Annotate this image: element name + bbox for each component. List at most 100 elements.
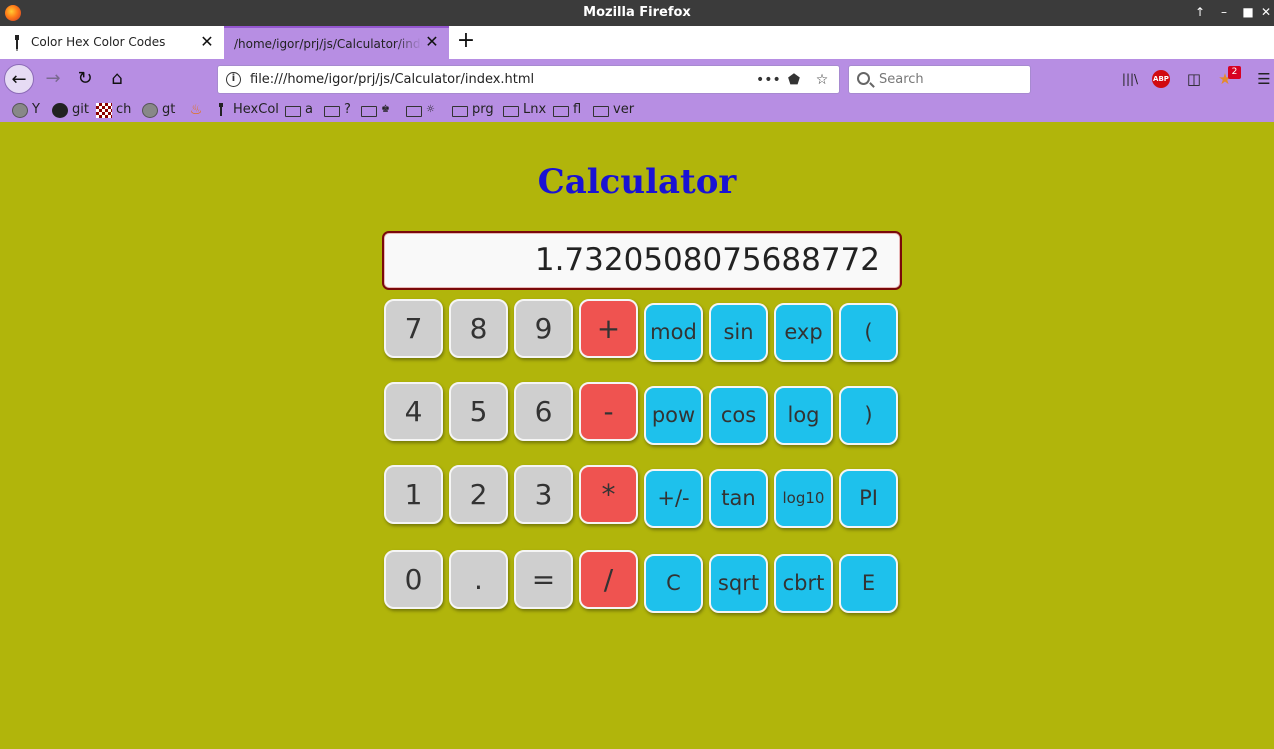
url-text[interactable]: file:///home/igor/prj/js/Calculator/inde… [250,72,534,87]
dropper-icon [219,103,223,116]
github-icon [52,103,68,118]
key-label: 8 [469,312,488,345]
key-5-button[interactable]: 5 [449,382,508,441]
calculator-display: 1.7320508075688772 [382,231,902,290]
key-7-button[interactable]: 7 [384,299,443,358]
key-minus-button[interactable]: - [579,382,638,441]
key-label: / [603,563,614,596]
key-label: log10 [782,489,825,507]
key-close-paren-button[interactable]: ) [839,386,898,445]
key-label: PI [859,486,878,510]
extension-badge: 2 [1228,66,1241,79]
key-sin-button[interactable]: sin [709,303,768,362]
window-minimize-button[interactable]: – [1216,4,1232,20]
key-tan-button[interactable]: tan [709,469,768,528]
key-2-button[interactable]: 2 [449,465,508,524]
key-decimal-button[interactable]: . [449,550,508,609]
folder-icon [553,106,569,117]
bookmark-star-icon[interactable]: ☆ [812,70,832,90]
bookmark-label: HexCol [233,102,279,117]
window-close-button[interactable]: ✕ [1258,4,1274,20]
key-clear-button[interactable]: C [644,554,703,613]
checker-icon [96,103,112,118]
key-label: 7 [404,312,423,345]
tab-strip: Color Hex Color Codes ✕ /home/igor/prj/j… [0,26,1274,59]
key-label: ) [864,403,873,427]
new-tab-button[interactable]: + [455,30,477,54]
key-label: 3 [534,478,553,511]
page-actions-icon[interactable]: ••• [756,70,781,90]
window-keep-above-button[interactable]: ↑ [1192,4,1208,20]
key-1-button[interactable]: 1 [384,465,443,524]
key-e-constant-button[interactable]: E [839,554,898,613]
key-exp-button[interactable]: exp [774,303,833,362]
key-9-button[interactable]: 9 [514,299,573,358]
search-icon [857,72,870,85]
window-titlebar: Mozilla Firefox ↑ – ■ ✕ [0,0,1274,26]
key-4-button[interactable]: 4 [384,382,443,441]
key-pi-button[interactable]: PI [839,469,898,528]
tab-close-icon[interactable]: ✕ [199,33,215,51]
key-sqrt-button[interactable]: sqrt [709,554,768,613]
key-label: log [787,403,820,427]
key-divide-button[interactable]: / [579,550,638,609]
folder-icon [593,106,609,117]
key-equals-button[interactable]: = [514,550,573,609]
tab-label: Color Hex Color Codes [31,35,166,49]
search-bar[interactable]: Search [848,65,1031,94]
key-label: C [666,571,681,595]
library-icon[interactable]: |||\ [1119,68,1141,90]
bookmark-label: ch [116,102,132,117]
key-plus-button[interactable]: + [579,299,638,358]
key-label: cos [720,403,757,427]
key-pow-button[interactable]: pow [644,386,703,445]
key-8-button[interactable]: 8 [449,299,508,358]
key-label: * [601,478,616,511]
globe-icon [12,103,28,118]
key-label: ( [864,320,873,344]
tab-calculator[interactable]: /home/igor/prj/js/Calculator/index.html … [224,26,449,59]
window-maximize-button[interactable]: ■ [1240,4,1256,20]
key-label: sin [723,320,754,344]
key-label: sqrt [717,571,760,595]
key-mod-button[interactable]: mod [644,303,703,362]
page-content: Calculator 1.7320508075688772 7 8 9 + mod sin… [0,122,1274,749]
pocket-icon[interactable]: ⬟ [784,70,804,90]
sidebar-icon[interactable]: ◫ [1183,68,1205,90]
key-label: mod [650,320,697,344]
key-6-button[interactable]: 6 [514,382,573,441]
forward-button[interactable]: → [38,64,68,94]
key-3-button[interactable]: 3 [514,465,573,524]
bookmark-label: ver [613,102,635,117]
key-negate-button[interactable]: +/- [644,469,703,528]
key-label: tan [721,486,756,510]
display-value: 1.7320508075688772 [534,242,880,278]
key-label: cbrt [782,571,825,595]
key-0-button[interactable]: 0 [384,550,443,609]
page-title: Calculator [537,162,737,202]
bookmark-label: Lnx [523,102,547,117]
nav-bar: ← → ↻ ⌂ i file:///home/igor/prj/js/Calcu… [0,59,1274,99]
reload-button[interactable]: ↻ [70,64,100,94]
key-log-button[interactable]: log [774,386,833,445]
key-open-paren-button[interactable]: ( [839,303,898,362]
home-button[interactable]: ⌂ [102,64,132,94]
site-info-icon[interactable]: i [226,72,241,87]
bookmark-label: ? [344,102,351,117]
tab-color-hex[interactable]: Color Hex Color Codes ✕ [0,26,224,59]
bookmark-label: fl [573,102,582,117]
back-button[interactable]: ← [4,64,34,94]
key-cos-button[interactable]: cos [709,386,768,445]
key-log10-button[interactable]: log10 [774,469,833,528]
tab-close-icon[interactable]: ✕ [424,33,440,51]
key-multiply-button[interactable]: * [579,465,638,524]
key-label: = [531,563,556,596]
globe-icon [142,103,158,118]
adblock-icon[interactable]: ABP [1152,70,1170,88]
url-bar[interactable]: i file:///home/igor/prj/js/Calculator/in… [217,65,840,94]
folder-icon [361,106,377,117]
menu-icon[interactable]: ☰ [1253,68,1274,90]
folder-icon [503,106,519,117]
key-cbrt-button[interactable]: cbrt [774,554,833,613]
key-label: 9 [534,312,553,345]
